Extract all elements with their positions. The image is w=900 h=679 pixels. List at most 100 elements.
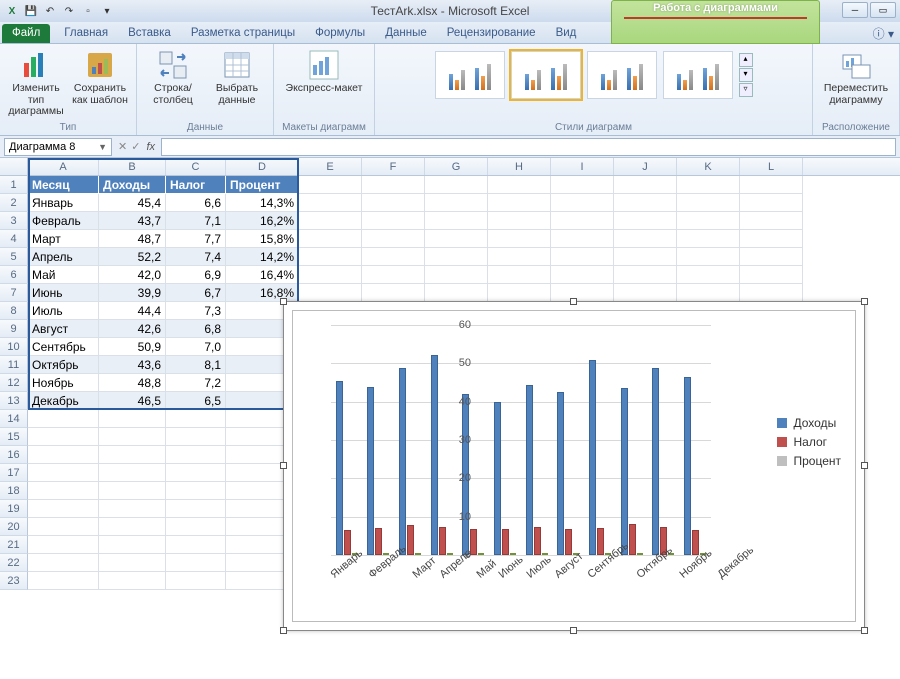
cell[interactable]: Апрель (28, 248, 99, 266)
cell[interactable] (488, 230, 551, 248)
tab-view[interactable]: Вид (546, 24, 587, 43)
cell[interactable]: 48,8 (99, 374, 166, 392)
column-header[interactable]: J (614, 158, 677, 175)
cell[interactable] (551, 284, 614, 302)
cell[interactable]: 42,0 (99, 266, 166, 284)
tab-data[interactable]: Данные (375, 24, 437, 43)
resize-handle[interactable] (861, 627, 868, 634)
cell[interactable] (362, 266, 425, 284)
cell[interactable] (299, 266, 362, 284)
tab-insert[interactable]: Вставка (118, 24, 181, 43)
cell[interactable] (99, 428, 166, 446)
row-header[interactable]: 15 (0, 428, 28, 446)
cell[interactable] (99, 410, 166, 428)
cell[interactable]: 44,4 (99, 302, 166, 320)
cell[interactable] (677, 176, 740, 194)
cell[interactable]: 6,9 (166, 266, 226, 284)
cell[interactable] (166, 572, 226, 590)
row-header[interactable]: 17 (0, 464, 28, 482)
cell[interactable] (614, 194, 677, 212)
help-icon[interactable]: ⓘ ▾ (873, 25, 894, 42)
chart-styles-gallery[interactable]: ▴ ▾ ▿ (435, 47, 753, 99)
cell[interactable] (166, 500, 226, 518)
qat-dropdown-icon[interactable]: ▾ (99, 3, 115, 19)
cell[interactable] (425, 194, 488, 212)
row-header[interactable]: 3 (0, 212, 28, 230)
cell[interactable] (299, 230, 362, 248)
cell[interactable] (677, 194, 740, 212)
row-header[interactable]: 5 (0, 248, 28, 266)
gallery-down-icon[interactable]: ▾ (739, 68, 753, 82)
cell[interactable] (299, 284, 362, 302)
cell[interactable] (99, 518, 166, 536)
row-header[interactable]: 1 (0, 176, 28, 194)
cell[interactable] (166, 482, 226, 500)
cell[interactable] (28, 500, 99, 518)
column-headers[interactable]: ABCDEFGHIJKL (0, 158, 900, 176)
cell[interactable] (166, 428, 226, 446)
cell[interactable] (551, 194, 614, 212)
cell[interactable]: 43,6 (99, 356, 166, 374)
cell[interactable] (488, 194, 551, 212)
resize-handle[interactable] (570, 298, 577, 305)
cell[interactable] (28, 446, 99, 464)
cell[interactable]: 8,1 (166, 356, 226, 374)
resize-handle[interactable] (570, 627, 577, 634)
cell[interactable] (166, 554, 226, 572)
row-header[interactable]: 10 (0, 338, 28, 356)
cell[interactable]: 7,4 (166, 248, 226, 266)
column-header[interactable]: K (677, 158, 740, 175)
cell[interactable] (677, 248, 740, 266)
cell[interactable] (740, 194, 803, 212)
cell[interactable] (99, 554, 166, 572)
cell[interactable] (166, 410, 226, 428)
cell[interactable] (425, 230, 488, 248)
gallery-up-icon[interactable]: ▴ (739, 53, 753, 67)
cell[interactable]: 7,1 (166, 212, 226, 230)
cell[interactable]: Январь (28, 194, 99, 212)
row-header[interactable]: 13 (0, 392, 28, 410)
dropdown-icon[interactable]: ▼ (98, 142, 107, 152)
cell[interactable] (28, 572, 99, 590)
cell[interactable]: Процент (226, 176, 299, 194)
cell[interactable] (740, 248, 803, 266)
worksheet-grid[interactable]: ABCDEFGHIJKL 1МесяцДоходыНалогПроцент2Ян… (0, 158, 900, 679)
cell[interactable] (614, 248, 677, 266)
cell[interactable]: 7,3 (166, 302, 226, 320)
row-header[interactable]: 8 (0, 302, 28, 320)
chart-plot-area[interactable]: ЯнварьФевральМартАпрельМайИюньИюльАвгуст… (292, 310, 856, 622)
cell[interactable] (740, 284, 803, 302)
cell[interactable]: 16,4% (226, 266, 299, 284)
name-box[interactable]: Диаграмма 8 ▼ (4, 138, 112, 156)
cell[interactable]: 6,6 (166, 194, 226, 212)
row-header[interactable]: 2 (0, 194, 28, 212)
minimize-button[interactable]: ─ (842, 2, 868, 18)
cell[interactable]: 42,6 (99, 320, 166, 338)
fx-icon[interactable]: fx (146, 141, 155, 153)
cell[interactable]: 14,2% (226, 248, 299, 266)
cell[interactable]: 6,7 (166, 284, 226, 302)
cell[interactable]: Сентябрь (28, 338, 99, 356)
column-header[interactable]: F (362, 158, 425, 175)
column-header[interactable]: L (740, 158, 803, 175)
cell[interactable] (99, 464, 166, 482)
cell[interactable] (99, 500, 166, 518)
cell[interactable] (299, 176, 362, 194)
row-header[interactable]: 6 (0, 266, 28, 284)
cell[interactable]: 48,7 (99, 230, 166, 248)
cell[interactable]: Доходы (99, 176, 166, 194)
cell[interactable]: 7,0 (166, 338, 226, 356)
cell[interactable] (362, 176, 425, 194)
cell[interactable]: 6,5 (166, 392, 226, 410)
resize-handle[interactable] (861, 298, 868, 305)
save-icon[interactable]: 💾 (23, 3, 39, 19)
row-header[interactable]: 9 (0, 320, 28, 338)
cell[interactable] (677, 230, 740, 248)
cell[interactable] (28, 518, 99, 536)
cell[interactable]: Месяц (28, 176, 99, 194)
column-header[interactable]: C (166, 158, 226, 175)
undo-icon[interactable]: ↶ (42, 3, 58, 19)
chart-style-1[interactable] (435, 51, 505, 99)
cell[interactable] (28, 554, 99, 572)
chart-style-4[interactable] (663, 51, 733, 99)
